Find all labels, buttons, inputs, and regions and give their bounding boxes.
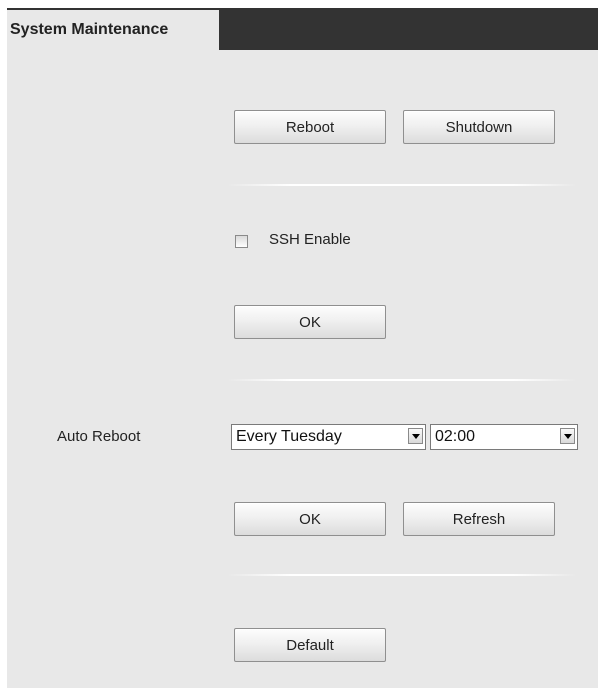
refresh-button[interactable]: Refresh xyxy=(403,502,555,536)
auto-reboot-time-select[interactable]: 02:00 xyxy=(430,424,578,450)
section-divider xyxy=(227,574,577,576)
ssh-enable-label: SSH Enable xyxy=(269,231,351,248)
default-button[interactable]: Default xyxy=(234,628,386,662)
ssh-ok-button[interactable]: OK xyxy=(234,305,386,339)
auto-reboot-ok-button[interactable]: OK xyxy=(234,502,386,536)
shutdown-button[interactable]: Shutdown xyxy=(403,110,555,144)
chevron-down-icon[interactable] xyxy=(408,428,423,444)
auto-reboot-day-value: Every Tuesday xyxy=(236,428,342,445)
chevron-down-icon[interactable] xyxy=(560,428,575,444)
auto-reboot-label: Auto Reboot xyxy=(57,428,141,445)
section-divider xyxy=(227,379,577,381)
auto-reboot-day-select[interactable]: Every Tuesday xyxy=(231,424,426,450)
reboot-button[interactable]: Reboot xyxy=(234,110,386,144)
maintenance-page: System Maintenance Reboot Shutdown SSH E… xyxy=(7,8,598,688)
tab-system-maintenance[interactable]: System Maintenance xyxy=(7,10,219,50)
ssh-enable-checkbox[interactable] xyxy=(235,235,248,248)
auto-reboot-time-value: 02:00 xyxy=(435,428,476,445)
section-divider xyxy=(227,184,577,186)
tab-bar: System Maintenance xyxy=(7,8,598,50)
